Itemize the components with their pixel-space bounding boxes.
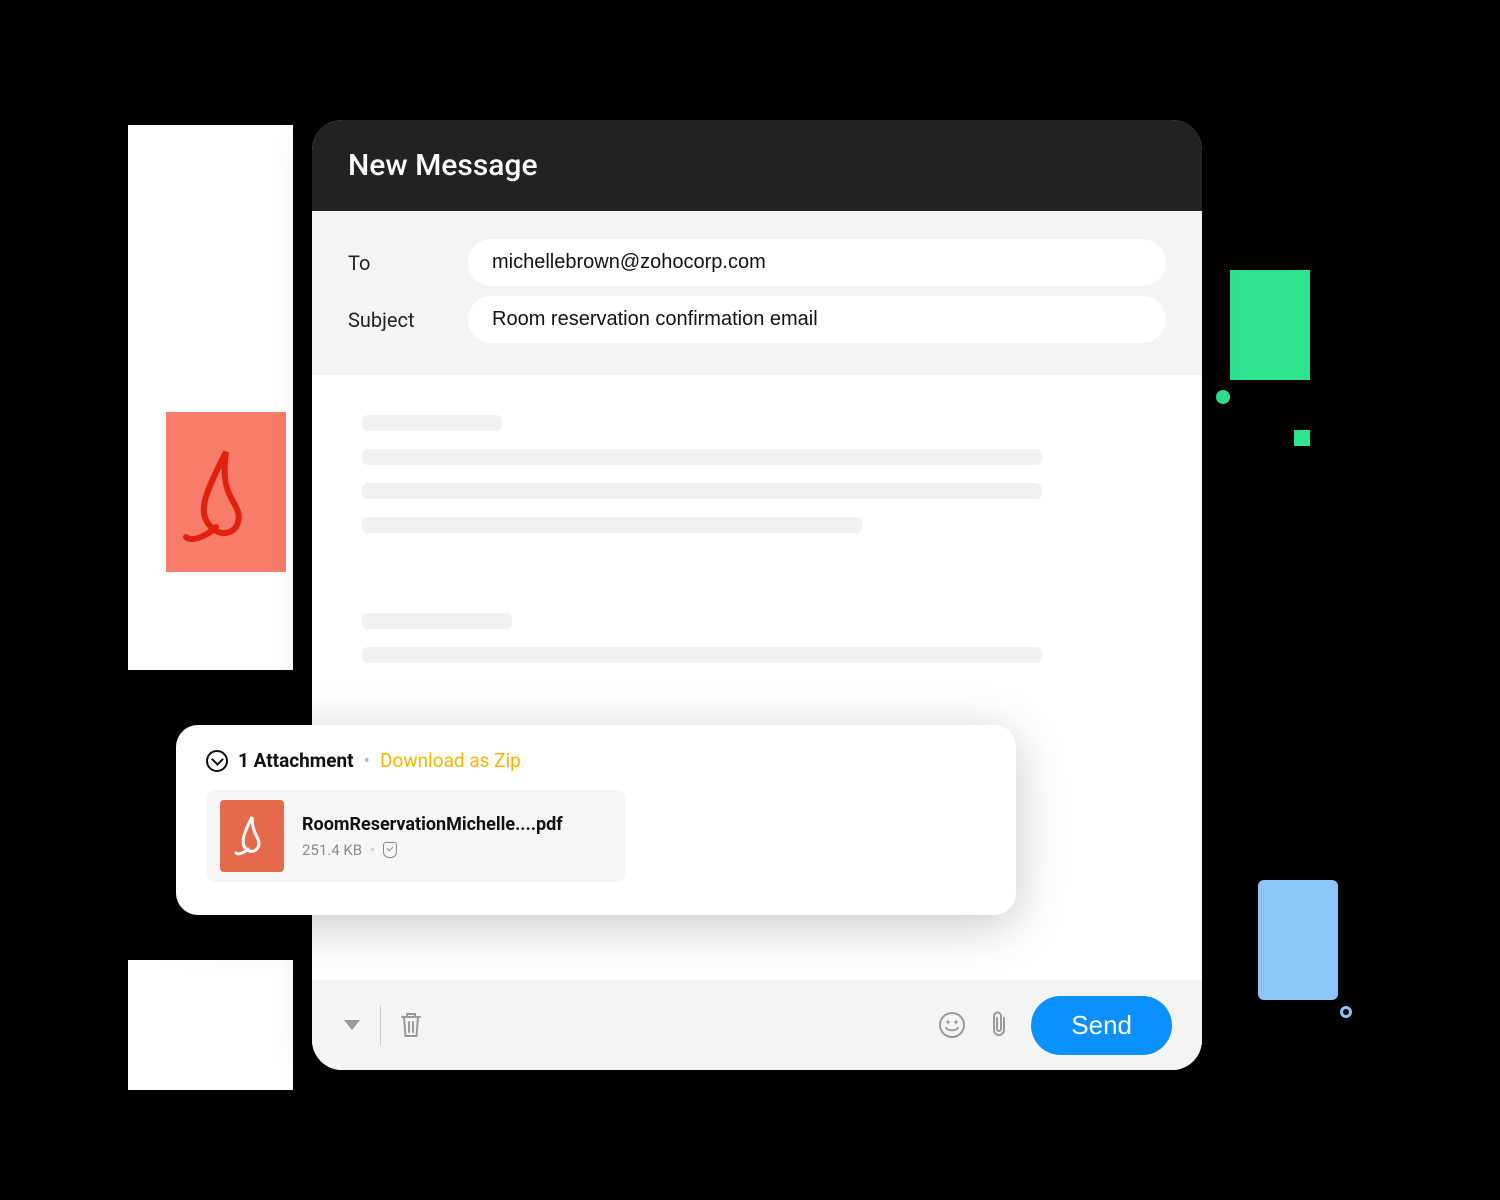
placeholder-line: [362, 483, 1042, 499]
divider: [380, 1005, 381, 1045]
placeholder-line: [362, 613, 512, 629]
compose-window: New Message To Subject: [312, 120, 1202, 1070]
placeholder-line: [362, 415, 502, 431]
pdf-icon: [166, 412, 286, 572]
attachment-meta: RoomReservationMichelle....pdf 251.4 KB …: [302, 814, 563, 859]
decorative-panel: [128, 125, 293, 670]
attachment-filename: RoomReservationMichelle....pdf: [302, 814, 563, 835]
decorative-square: [1294, 430, 1310, 446]
compose-toolbar: Send: [312, 980, 1202, 1070]
compose-header: New Message: [312, 120, 1202, 211]
more-icon[interactable]: [342, 1018, 362, 1032]
emoji-icon[interactable]: [937, 1010, 967, 1040]
send-button[interactable]: Send: [1031, 996, 1172, 1055]
to-input[interactable]: [468, 239, 1166, 286]
shield-icon: [383, 842, 397, 858]
to-row: To: [348, 239, 1166, 286]
pdf-icon: [220, 800, 284, 872]
subject-label: Subject: [348, 308, 438, 332]
attachment-card: 1 Attachment • Download as Zip RoomReser…: [176, 725, 1016, 915]
subject-input[interactable]: [468, 296, 1166, 343]
attachment-count: 1 Attachment: [238, 749, 354, 772]
placeholder-line: [362, 647, 1042, 663]
paperclip-icon[interactable]: [987, 1010, 1011, 1040]
attachment-filesize: 251.4 KB •: [302, 841, 563, 859]
separator-dot: •: [364, 749, 370, 772]
subject-row: Subject: [348, 296, 1166, 343]
compose-title: New Message: [348, 148, 538, 183]
download-zip-link[interactable]: Download as Zip: [380, 749, 521, 772]
placeholder-line: [362, 517, 862, 533]
trash-icon[interactable]: [399, 1011, 423, 1039]
decorative-panel: [128, 960, 293, 1090]
decorative-block: [1258, 880, 1338, 1000]
decorative-block: [1230, 270, 1310, 380]
placeholder-line: [362, 449, 1042, 465]
attachment-item[interactable]: RoomReservationMichelle....pdf 251.4 KB …: [206, 790, 626, 882]
fields-section: To Subject: [312, 211, 1202, 375]
decorative-dot: [1340, 1006, 1352, 1018]
filesize-text: 251.4 KB: [302, 841, 362, 859]
to-label: To: [348, 251, 438, 275]
chevron-down-icon[interactable]: [206, 750, 228, 772]
separator-dot: •: [370, 841, 375, 859]
decorative-dot: [1216, 390, 1230, 404]
attachment-header: 1 Attachment • Download as Zip: [206, 749, 986, 772]
